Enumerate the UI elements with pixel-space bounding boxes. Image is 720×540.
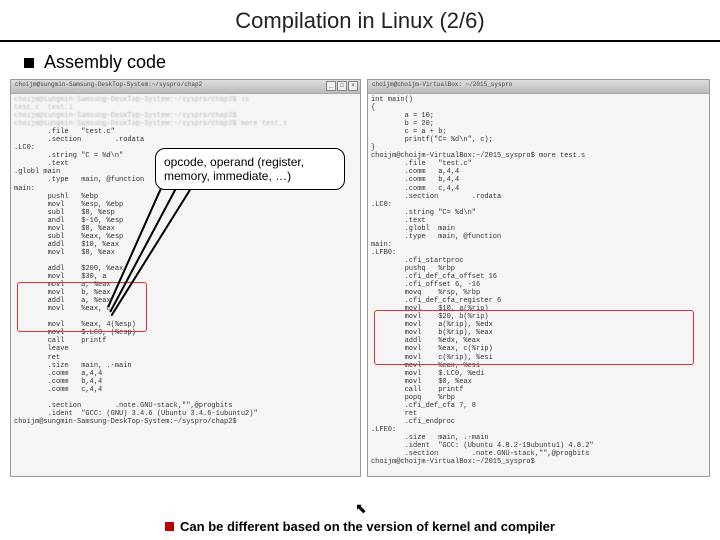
prompt-line-4: choijm@sungmin-Samsung-DeskTop-System:~/… <box>14 120 357 128</box>
callout-bubble: opcode, operand (register, memory, immed… <box>155 148 345 190</box>
titlebar-left: choijm@sungmin-Samsung-DeskTop-System:~/… <box>11 80 360 94</box>
heading-row: Assembly code <box>0 52 720 73</box>
callout-line-1: opcode, operand (register, <box>164 155 336 169</box>
terminal-right: choijm@choijm-VirtualBox: ~/2015_syspro … <box>367 79 710 477</box>
prompt-line-1: choijm@sungmin-Samsung-DeskTop-System:~/… <box>14 96 357 104</box>
slide-title: Compilation in Linux (2/6) <box>0 0 720 40</box>
close-icon[interactable]: × <box>348 81 358 91</box>
prompt-line-2: test.c test.i <box>14 104 357 112</box>
highlight-box-right <box>374 310 694 365</box>
footer-row: Can be different based on the version of… <box>0 519 720 534</box>
prompt-line-3: choijm@sungmin-Samsung-DeskTop-System:~/… <box>14 112 357 120</box>
minimize-icon[interactable]: _ <box>326 81 336 91</box>
callout-line-2: memory, immediate, …) <box>164 169 336 183</box>
terminal-left: choijm@sungmin-Samsung-DeskTop-System:~/… <box>10 79 361 477</box>
titlebar-right: choijm@choijm-VirtualBox: ~/2015_syspro <box>368 80 709 94</box>
panels-container: choijm@sungmin-Samsung-DeskTop-System:~/… <box>0 79 720 477</box>
mouse-cursor-icon: ⬉ <box>355 500 367 517</box>
maximize-icon[interactable]: □ <box>337 81 347 91</box>
footer-text: Can be different based on the version of… <box>180 519 555 534</box>
titlebar-left-text: choijm@sungmin-Samsung-DeskTop-System:~/… <box>15 81 202 88</box>
heading-text: Assembly code <box>44 52 166 73</box>
window-controls-left: _ □ × <box>326 81 358 91</box>
titlebar-right-text: choijm@choijm-VirtualBox: ~/2015_syspro <box>372 81 512 88</box>
square-bullet-icon <box>24 58 34 68</box>
title-rule <box>0 40 720 42</box>
square-bullet-red-icon <box>165 522 174 531</box>
source-header-right: int main() { a = 10; b = 20; c = a + b; … <box>371 96 706 160</box>
